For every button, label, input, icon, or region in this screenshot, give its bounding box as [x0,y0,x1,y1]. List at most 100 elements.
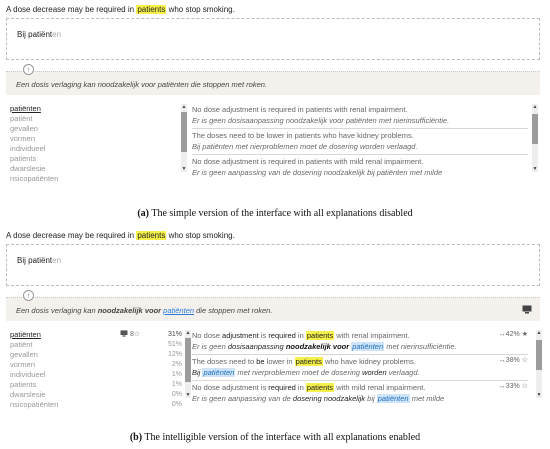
source-text-end: who stop smoking. [166,5,235,14]
suggestion-bar[interactable]: Een dosis verlaging kan noodzakelijk voo… [6,71,540,95]
examples-scrollbar[interactable]: ▲ ▼ [532,104,538,172]
alternative-stat: 2% [120,360,182,370]
example-source: The doses need to be lower in patients w… [192,131,414,140]
source-highlight: patients [136,231,167,240]
translation-editor[interactable]: Bij patiënten [6,244,540,286]
suggestion-bar[interactable]: Een dosis verlaging kan noodzakelijk voo… [6,297,540,321]
scroll-up-icon[interactable]: ▲ [532,104,538,110]
examples-list: No dose adjustment is required in patien… [192,103,528,180]
caption-label: (a) [137,208,150,219]
scroll-thumb[interactable] [532,114,538,144]
probability: 51% [167,341,182,348]
alternative-item[interactable]: gevallen [10,124,58,134]
probability: 1% [171,381,182,388]
alternative-item[interactable]: nsicopatiënten [10,400,58,410]
suggestion-text: Een dosis verlaging kan noodzakelijk voo… [16,80,267,89]
scroll-up-icon[interactable]: ▲ [536,330,542,336]
alternative-item[interactable]: individueel [10,144,58,154]
example-target: Er is geen dosisaanpassing noodzakelijk … [192,342,457,351]
example-target: Er is geen dosisaanpassing noodzakelijk … [192,116,450,125]
suggestion-link[interactable]: patiënten [163,306,194,315]
source-text-end: who stop smoking. [166,231,235,240]
source-sentence: A dose decrease may be required in patie… [6,5,235,14]
probability: 2% [171,361,182,368]
alternative-item[interactable]: individueel [10,370,58,380]
editor-text[interactable]: Bij patiënten [17,30,61,39]
alternative-stat: 0% [120,400,182,410]
scroll-down-icon[interactable]: ▼ [181,166,187,172]
example-source: No dose adjustment is required in patien… [192,157,424,166]
alternative-item[interactable]: patiënt [10,340,58,350]
alternatives-scrollbar[interactable]: ▲ ▼ [181,104,187,172]
example-source: No dose adjustment is required in patien… [192,331,410,340]
alternative-item[interactable]: patients [10,154,58,164]
scroll-thumb[interactable] [181,112,187,152]
alternative-item[interactable]: gevallen [10,350,58,360]
alternative-item[interactable]: patiënten [10,330,58,340]
example-pair: No dose adjustment is required in patien… [192,155,528,180]
scroll-up-icon[interactable]: ▲ [181,104,187,110]
alternative-stat: 8☆ 31% [120,330,182,340]
scroll-down-icon[interactable]: ▼ [536,392,542,398]
example-source: No dose adjustment is required in patien… [192,383,426,392]
suggestion-bold: noodzakelijk voor [97,306,162,315]
example-pair: The doses need to be lower in patients w… [192,129,528,155]
collapse-arrow-icon[interactable]: ↑ [23,290,34,301]
alternative-item[interactable]: nsicopatiënten [10,174,58,184]
suggestion-part: Een dosis verlaging kan [16,306,98,315]
alternative-item[interactable]: vormen [10,360,58,370]
panel-intelligible: A dose decrease may be required in patie… [0,226,550,449]
alternative-stat: 1% [120,380,182,390]
example-pair: No dose adjustment is required in patien… [192,381,528,406]
scroll-down-icon[interactable]: ▼ [532,166,538,172]
typed-text: Bij patiënt [17,256,53,265]
editor-text[interactable]: Bij patiënten [17,256,61,265]
scroll-thumb[interactable] [185,338,191,382]
source-highlight: patients [136,5,167,14]
alternatives-list: patiënten patiënt gevallen vormen indivi… [10,330,58,410]
source-text: A dose decrease may be required in [6,231,137,240]
stat-icons: 8☆ [120,330,140,340]
alternative-stat: 1% [120,370,182,380]
probability: 31% [167,331,182,338]
example-target: Er is geen aanpassing van de dosering no… [192,394,445,403]
source-sentence: A dose decrease may be required in patie… [6,231,235,240]
examples-scrollbar[interactable]: ▲ ▼ [536,330,542,398]
example-score[interactable]: ↔33% ☆ [499,382,528,390]
alternative-item[interactable]: patiënten [10,104,58,114]
example-score[interactable]: ↔42% ★ [499,330,528,338]
figure-caption: (b) The intelligible version of the inte… [0,432,550,443]
example-pair: No dose adjustment is required in patien… [192,103,528,129]
collapse-arrow-icon[interactable]: ↑ [23,64,34,75]
alternative-item[interactable]: vormen [10,134,58,144]
alternative-stat: 0% [120,390,182,400]
completion-ghost: en [52,30,62,39]
suggestion-text: Een dosis verlaging kan noodzakelijk voo… [16,306,272,315]
example-pair: The doses need to be lower in patients w… [192,355,528,381]
monitor-icon[interactable] [522,305,532,314]
example-pair: No dose adjustment is required in patien… [192,329,528,355]
star-count: 8☆ [129,331,141,338]
example-target: Er is geen aanpassing van de dosering no… [192,168,443,177]
example-score[interactable]: ↔38% ☆ [499,356,528,364]
suggestion-part: die stoppen met roken. [194,306,273,315]
figure-caption: (a) The simple version of the interface … [0,208,550,219]
scroll-down-icon[interactable]: ▼ [185,392,191,398]
alternative-stat: 51% [120,340,182,350]
alternative-item[interactable]: patients [10,380,58,390]
example-target: Bij patiënten met nierproblemen moet de … [192,368,420,377]
scroll-thumb[interactable] [536,340,542,370]
completion-ghost: en [52,256,62,265]
example-source: The doses need to be lower in patients w… [192,357,416,366]
source-text: A dose decrease may be required in [6,5,137,14]
translation-editor[interactable]: Bij patiënten [6,18,540,60]
scroll-up-icon[interactable]: ▲ [185,330,191,336]
alternatives-scrollbar[interactable]: ▲ ▼ [185,330,191,398]
probability: 0% [171,391,182,398]
alternative-item[interactable]: dwarslesie [10,390,58,400]
caption-text: The intelligible version of the interfac… [142,432,421,443]
example-source: No dose adjustment is required in patien… [192,105,408,114]
alternative-item[interactable]: patiënt [10,114,58,124]
alternative-item[interactable]: dwarslesie [10,164,58,174]
caption-text: The simple version of the interface with… [149,208,413,219]
